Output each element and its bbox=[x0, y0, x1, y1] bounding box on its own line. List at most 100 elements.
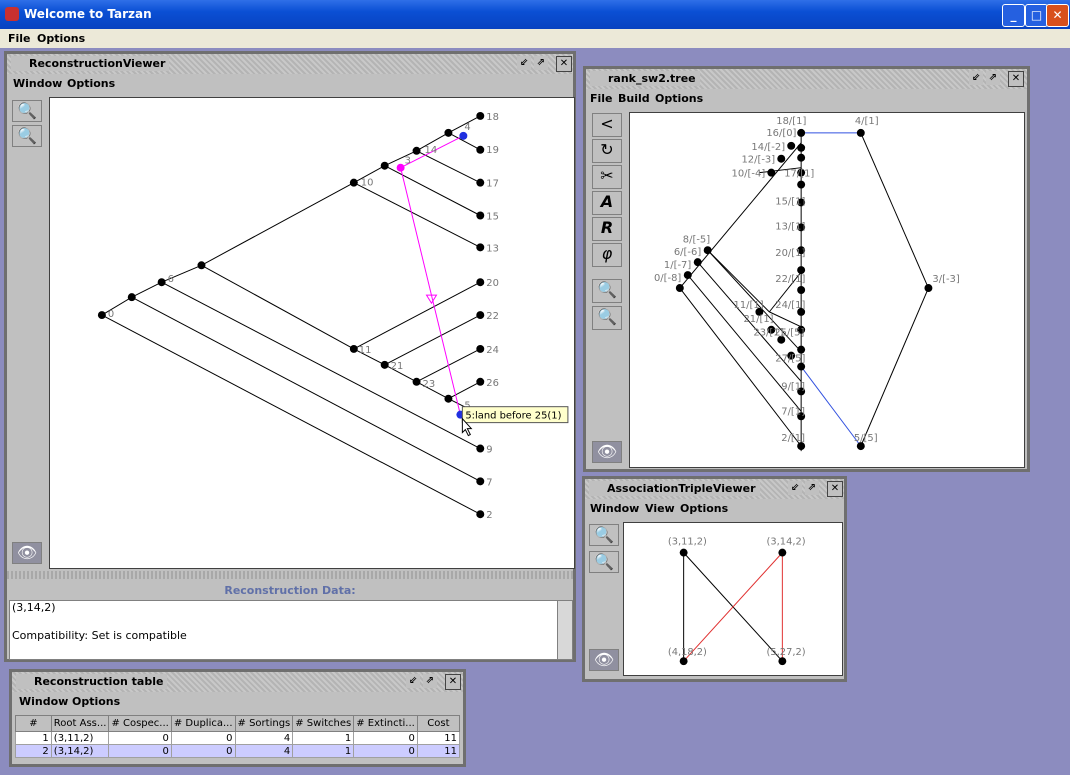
close-frame-icon[interactable]: ✕ bbox=[556, 56, 572, 72]
scrollbar[interactable] bbox=[557, 600, 573, 660]
maximize-frame-icon[interactable]: ⇗ bbox=[805, 481, 819, 495]
column-header[interactable]: # Sortings bbox=[234, 715, 294, 732]
table-menu-options[interactable]: Options bbox=[72, 695, 120, 708]
column-header[interactable]: # Extincti... bbox=[353, 715, 418, 732]
tree-label: 27/[5] bbox=[775, 354, 805, 365]
triple-menu-options[interactable]: Options bbox=[680, 502, 728, 515]
maximize-frame-icon[interactable]: ⇗ bbox=[986, 71, 1000, 85]
cell: 1 bbox=[292, 731, 355, 745]
tooltip-text: 5:land before 25(1) bbox=[465, 411, 561, 422]
menu-options[interactable]: Options bbox=[37, 32, 85, 45]
rank-menu-options[interactable]: Options bbox=[655, 92, 703, 105]
font-r-icon[interactable]: R bbox=[592, 217, 622, 241]
eye-icon[interactable]: 👁 bbox=[12, 542, 42, 564]
maximize-frame-icon[interactable]: ⇗ bbox=[423, 674, 437, 688]
triple-canvas[interactable]: (3,11,2) (3,14,2) (4,18,2) (5,27,2) bbox=[623, 522, 843, 676]
triple-label: (4,18,2) bbox=[668, 647, 707, 658]
recon-menu-options[interactable]: Options bbox=[67, 77, 115, 90]
cell: 0 bbox=[108, 731, 172, 745]
recon-title: ReconstructionViewer bbox=[11, 56, 170, 71]
zoom-out-icon[interactable]: 🔍 bbox=[12, 125, 42, 147]
table-title-bar[interactable]: Reconstruction table ⇙ ⇗ ✕ bbox=[12, 672, 463, 692]
tree-label: 4/[1] bbox=[855, 116, 879, 127]
triple-menu-window[interactable]: Window bbox=[590, 502, 639, 515]
reconstruction-data-text[interactable]: (3,14,2) Compatibility: Set is compatibl… bbox=[9, 600, 559, 660]
maximize-icon[interactable]: □ bbox=[1025, 4, 1048, 27]
reconstruction-canvas[interactable]: 18 4 3 14 19 17 10 15 13 20 22 11 24 21 … bbox=[49, 97, 575, 569]
tree-label: 18/[1] bbox=[776, 116, 806, 127]
recon-title-bar[interactable]: ReconstructionViewer ⇙ ⇗ ✕ bbox=[7, 54, 573, 74]
column-header[interactable]: # bbox=[15, 715, 52, 732]
zoom-out-icon[interactable]: 🔍 bbox=[592, 306, 622, 330]
column-header[interactable]: # Duplica... bbox=[170, 715, 236, 732]
tree-label: 2/[1] bbox=[781, 433, 805, 444]
iconify-icon[interactable]: ⇙ bbox=[788, 481, 802, 495]
node-label: 20 bbox=[486, 278, 499, 289]
maximize-frame-icon[interactable]: ⇗ bbox=[534, 56, 548, 70]
node-label: 21 bbox=[391, 361, 404, 372]
rank-tree-canvas[interactable]: 18/[1] 4/[1] 16/[0] 14/[-2] 12/[-3] 10/[… bbox=[629, 112, 1025, 468]
node-label: 17 bbox=[486, 179, 499, 190]
table-menu-window[interactable]: Window bbox=[19, 695, 68, 708]
iconify-icon[interactable]: ⇙ bbox=[969, 71, 983, 85]
table-row[interactable]: 2 (3,14,2) 0 0 4 1 0 11 bbox=[15, 744, 461, 758]
app-title: Welcome to Tarzan bbox=[24, 7, 152, 21]
column-header[interactable]: Cost bbox=[416, 715, 461, 732]
node-label: 26 bbox=[486, 378, 499, 389]
eye-icon[interactable]: 👁 bbox=[592, 441, 622, 463]
triple-label: (3,14,2) bbox=[767, 537, 806, 548]
rank-menu-file[interactable]: File bbox=[590, 92, 613, 105]
node-label: 3 bbox=[405, 156, 411, 167]
tree-label: 16/[0] bbox=[766, 128, 796, 139]
node-label: 4 bbox=[464, 122, 470, 133]
reconstruction-table[interactable]: # Root Ass... # Cospec... # Duplica... #… bbox=[15, 715, 461, 758]
zoom-in-icon[interactable]: 🔍 bbox=[589, 524, 619, 546]
recon-menu-window[interactable]: Window bbox=[13, 77, 62, 90]
node-label: 23 bbox=[423, 379, 436, 390]
iconify-icon[interactable]: ⇙ bbox=[406, 674, 420, 688]
tree-label: 20/[1] bbox=[775, 248, 805, 259]
scissors-icon[interactable]: ✂ bbox=[592, 165, 622, 189]
app-title-bar: Welcome to Tarzan _ □ ✕ bbox=[0, 0, 1070, 29]
node-label: 9 bbox=[486, 444, 492, 455]
table-title: Reconstruction table bbox=[16, 674, 168, 689]
main-menubar: File Options bbox=[0, 29, 1070, 48]
close-frame-icon[interactable]: ✕ bbox=[1008, 71, 1024, 87]
reconstruction-viewer-window: ReconstructionViewer ⇙ ⇗ ✕ Window Option… bbox=[4, 51, 576, 662]
column-header[interactable]: # Cospec... bbox=[108, 715, 172, 732]
column-header[interactable]: Root Ass... bbox=[50, 715, 110, 732]
eye-icon[interactable]: 👁 bbox=[589, 649, 619, 671]
table-row[interactable]: 1 (3,11,2) 0 0 4 1 0 11 bbox=[15, 731, 461, 745]
tree-layout-icon[interactable]: < bbox=[592, 113, 622, 137]
minimize-icon[interactable]: _ bbox=[1002, 4, 1025, 27]
rank-menu-build[interactable]: Build bbox=[618, 92, 650, 105]
column-header[interactable]: # Switches bbox=[292, 715, 355, 732]
triple-title-bar[interactable]: AssociationTripleViewer ⇙ ⇗ ✕ bbox=[585, 479, 844, 499]
iconify-icon[interactable]: ⇙ bbox=[517, 56, 531, 70]
tree-label: 10/[-4] bbox=[732, 169, 766, 180]
close-frame-icon[interactable]: ✕ bbox=[445, 674, 461, 690]
triple-menu-view[interactable]: View bbox=[645, 502, 675, 515]
cell: 0 bbox=[170, 731, 236, 745]
rank-title: rank_sw2.tree bbox=[590, 71, 700, 86]
recon-menubar: Window Options bbox=[7, 74, 573, 92]
tree-label: 15/[1] bbox=[775, 196, 805, 207]
close-frame-icon[interactable]: ✕ bbox=[827, 481, 843, 497]
tree-label: 3/[-3] bbox=[932, 274, 959, 285]
node-label: 11 bbox=[359, 345, 372, 356]
triple-menubar: Window View Options bbox=[585, 499, 844, 517]
cell: (3,11,2) bbox=[50, 731, 110, 745]
zoom-in-icon[interactable]: 🔍 bbox=[592, 279, 622, 303]
split-divider[interactable] bbox=[7, 571, 573, 579]
reconstruction-table-window: Reconstruction table ⇙ ⇗ ✕ Window Option… bbox=[9, 669, 466, 767]
close-icon[interactable]: ✕ bbox=[1046, 4, 1069, 27]
phi-icon[interactable]: φ bbox=[592, 243, 622, 267]
menu-file[interactable]: File bbox=[8, 32, 31, 45]
font-a-icon[interactable]: A bbox=[592, 191, 622, 215]
rank-title-bar[interactable]: rank_sw2.tree ⇙ ⇗ ✕ bbox=[586, 69, 1027, 89]
rotate-icon[interactable]: ↻ bbox=[592, 139, 622, 163]
zoom-in-icon[interactable]: 🔍 bbox=[12, 100, 42, 122]
zoom-out-icon[interactable]: 🔍 bbox=[589, 551, 619, 573]
node-label: 14 bbox=[425, 145, 438, 156]
node-label: 18 bbox=[486, 112, 499, 123]
